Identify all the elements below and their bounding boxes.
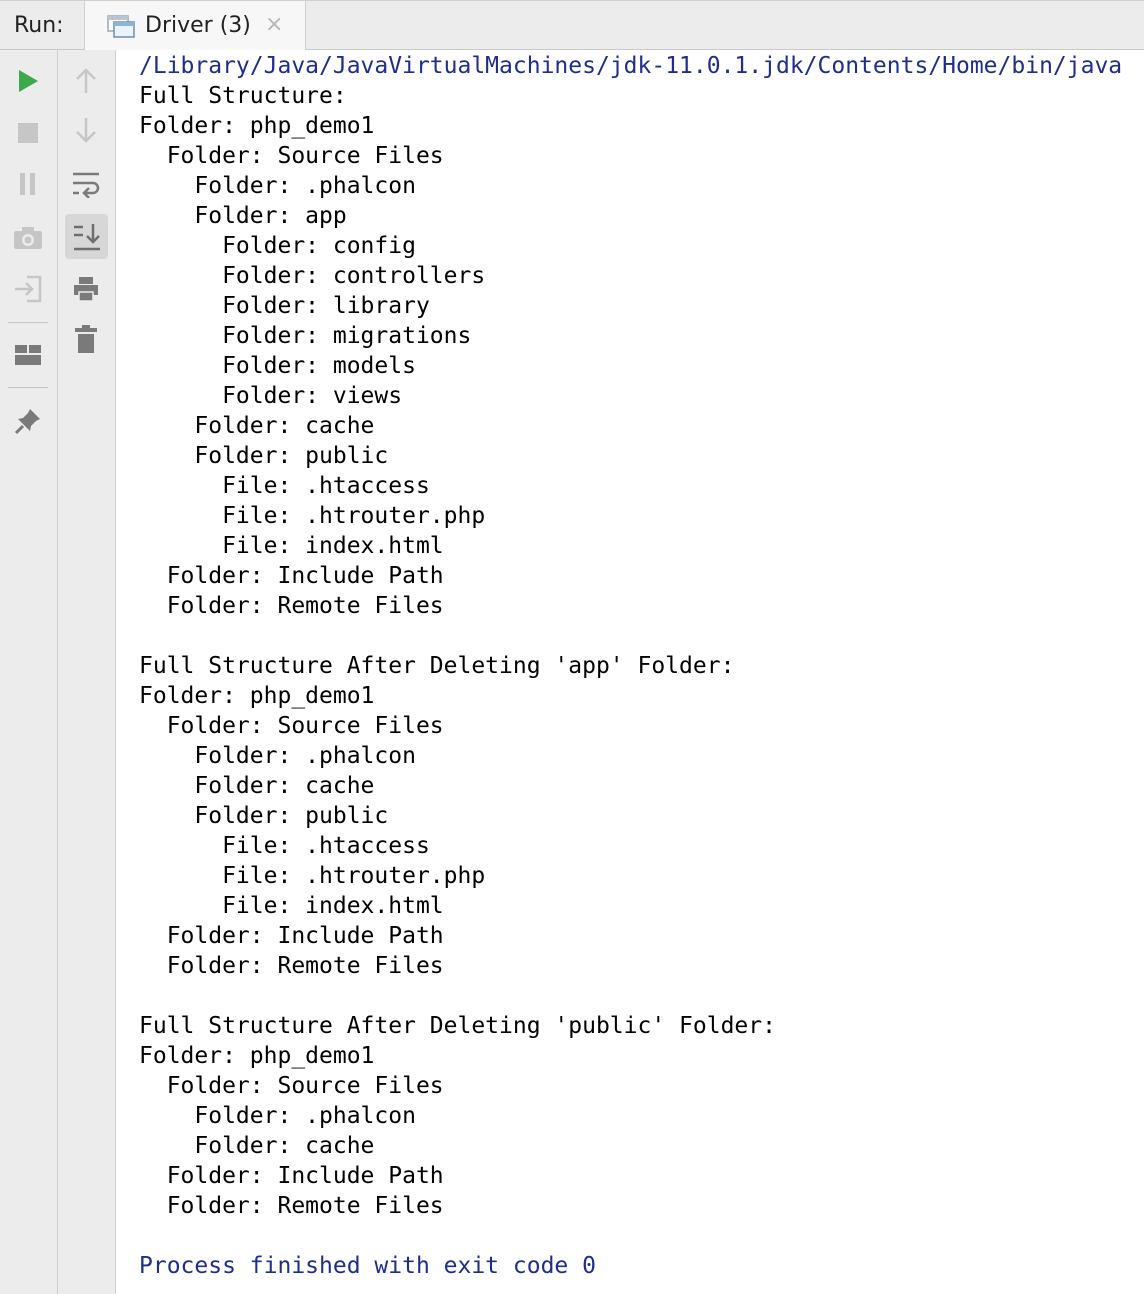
toolbar-separator <box>8 322 48 323</box>
console-output-line: Folder: .phalcon <box>139 173 416 199</box>
console-output-line: Folder: .phalcon <box>139 743 416 769</box>
console-output-line: Folder: app <box>139 203 347 229</box>
console-output-line: Folder: Remote Files <box>139 1193 444 1219</box>
console-output-line: Folder: Include Path <box>139 563 444 589</box>
tab-driver[interactable]: Driver (3) × <box>84 1 306 51</box>
console-output-line: Folder: views <box>139 383 403 409</box>
console-output-line: Folder: cache <box>139 773 375 799</box>
console-output-line: Folder: Remote Files <box>139 593 444 619</box>
run-label: Run: <box>14 13 64 38</box>
console-output-line: Folder: Source Files <box>139 143 444 169</box>
console-output-line: Folder: config <box>139 233 416 259</box>
console-output-line: File: .htrouter.php <box>139 863 486 889</box>
console-output-line: Folder: Source Files <box>139 713 444 739</box>
console-output-line: Folder: controllers <box>139 263 486 289</box>
pause-icon <box>18 172 38 196</box>
run-button[interactable] <box>8 61 48 101</box>
print-button[interactable] <box>66 269 106 309</box>
run-toolbar-secondary <box>58 50 116 1294</box>
camera-icon <box>13 226 43 250</box>
console-output-line: Folder: php_demo1 <box>139 683 375 709</box>
trash-icon <box>74 324 98 354</box>
console-output-line: Folder: public <box>139 803 389 829</box>
pin-icon <box>14 407 42 435</box>
arrow-up-icon <box>75 66 97 94</box>
stop-icon <box>17 122 39 144</box>
console-output-line: File: index.html <box>139 893 444 919</box>
console-output-line: Folder: Remote Files <box>139 953 444 979</box>
console-output-line <box>139 981 1122 1011</box>
console-output-line: Folder: Include Path <box>139 1163 444 1189</box>
console-system-line: /Library/Java/JavaVirtualMachines/jdk-11… <box>139 53 1123 79</box>
console-output-line: File: .htaccess <box>139 833 430 859</box>
console-output-line: File: .htaccess <box>139 473 430 499</box>
scroll-to-end-button[interactable] <box>65 214 108 259</box>
dump-threads-button[interactable] <box>8 218 48 258</box>
layout-button[interactable] <box>8 335 48 375</box>
console-output-line: Folder: models <box>139 353 416 379</box>
scroll-to-end-icon <box>72 222 102 252</box>
console-output-line: Folder: php_demo1 <box>139 113 375 139</box>
login-icon <box>13 275 43 303</box>
previous-occurrence-button[interactable] <box>66 60 106 100</box>
console-output-line: Folder: Include Path <box>139 923 444 949</box>
run-icon <box>16 68 40 94</box>
console-output-line: Folder: migrations <box>139 323 472 349</box>
console-output-line: Folder: public <box>139 443 389 469</box>
console-output-line: Full Structure After Deleting 'app' Fold… <box>139 653 735 679</box>
console-output-line: Folder: .phalcon <box>139 1103 416 1129</box>
console-output-line: File: .htrouter.php <box>139 503 486 529</box>
tab-label: Driver (3) <box>145 13 251 38</box>
window-icon <box>107 13 135 39</box>
print-icon <box>72 275 100 303</box>
run-tool-window-header: Run: Driver (3) × <box>0 0 1144 51</box>
console-output-line: Folder: Source Files <box>139 1073 444 1099</box>
console-output-line <box>139 621 1122 651</box>
console-output-line: Folder: php_demo1 <box>139 1043 375 1069</box>
next-occurrence-button[interactable] <box>66 111 106 151</box>
toolbar-separator <box>8 387 48 388</box>
console-output[interactable]: /Library/Java/JavaVirtualMachines/jdk-11… <box>116 50 1144 1294</box>
console-lines: /Library/Java/JavaVirtualMachines/jdk-11… <box>139 51 1122 1281</box>
console-output-line: Full Structure: <box>139 83 347 109</box>
soft-wrap-icon <box>71 170 101 198</box>
restore-layout-button[interactable] <box>8 269 48 309</box>
console-output-line <box>139 1221 1122 1251</box>
clear-all-button[interactable] <box>66 319 106 359</box>
stop-button[interactable] <box>8 113 48 153</box>
console-output-line: Folder: cache <box>139 1133 375 1159</box>
console-output-line: Folder: cache <box>139 413 375 439</box>
run-toolbar-primary <box>0 50 58 1294</box>
pause-button[interactable] <box>8 164 48 204</box>
console-system-line: Process finished with exit code 0 <box>139 1253 596 1279</box>
pin-tab-button[interactable] <box>8 401 48 441</box>
close-icon[interactable]: × <box>265 14 283 36</box>
console-output-line: File: index.html <box>139 533 444 559</box>
arrow-down-icon <box>75 117 97 145</box>
layout-icon <box>14 344 42 366</box>
soft-wrap-button[interactable] <box>66 164 106 204</box>
console-output-line: Full Structure After Deleting 'public' F… <box>139 1013 776 1039</box>
console-output-line: Folder: library <box>139 293 430 319</box>
